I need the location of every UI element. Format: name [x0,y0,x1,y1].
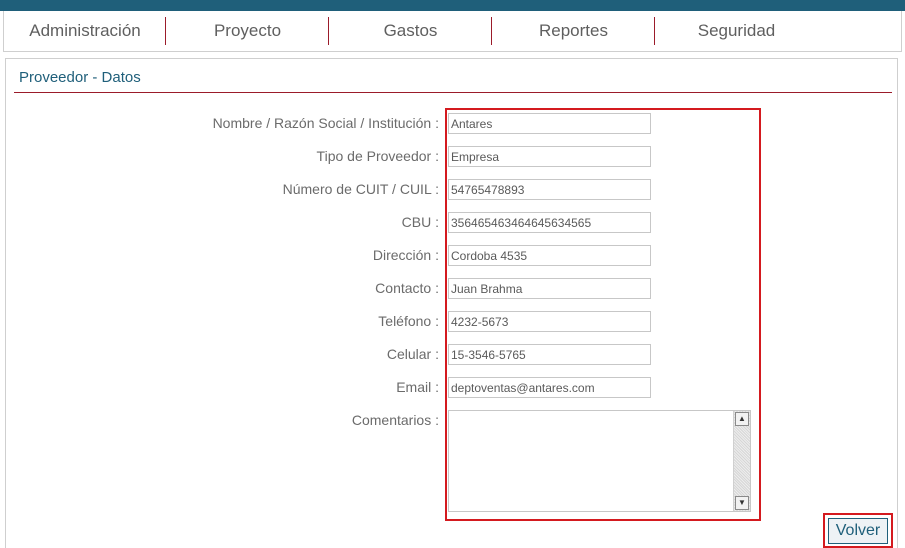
label-direccion: Dirección : [372,247,439,263]
label-email: Email : [396,379,439,395]
label-cbu: CBU : [401,214,439,230]
label-tipo-proveedor: Tipo de Proveedor : [316,148,439,164]
tab-seguridad[interactable]: Seguridad [655,11,818,51]
top-header-bar [0,0,905,11]
main-nav: Administración Proyecto Gastos Reportes … [3,11,902,52]
tab-gastos[interactable]: Gastos [329,11,492,51]
volver-button[interactable]: Volver [828,518,888,544]
label-nombre: Nombre / Razón Social / Institución : [212,115,439,131]
label-celular: Celular : [386,346,439,362]
label-cuit: Número de CUIT / CUIL : [282,181,439,197]
tab-reportes[interactable]: Reportes [492,11,655,51]
page-title: Proveedor - Datos [19,69,141,86]
title-divider [14,92,892,93]
label-contacto: Contacto : [375,280,439,296]
tab-proyecto[interactable]: Proyecto [166,11,329,51]
form-highlight-box [445,108,761,521]
tab-administracion[interactable]: Administración [4,11,166,51]
label-comentarios: Comentarios : [351,412,439,428]
label-telefono: Teléfono : [378,313,439,329]
